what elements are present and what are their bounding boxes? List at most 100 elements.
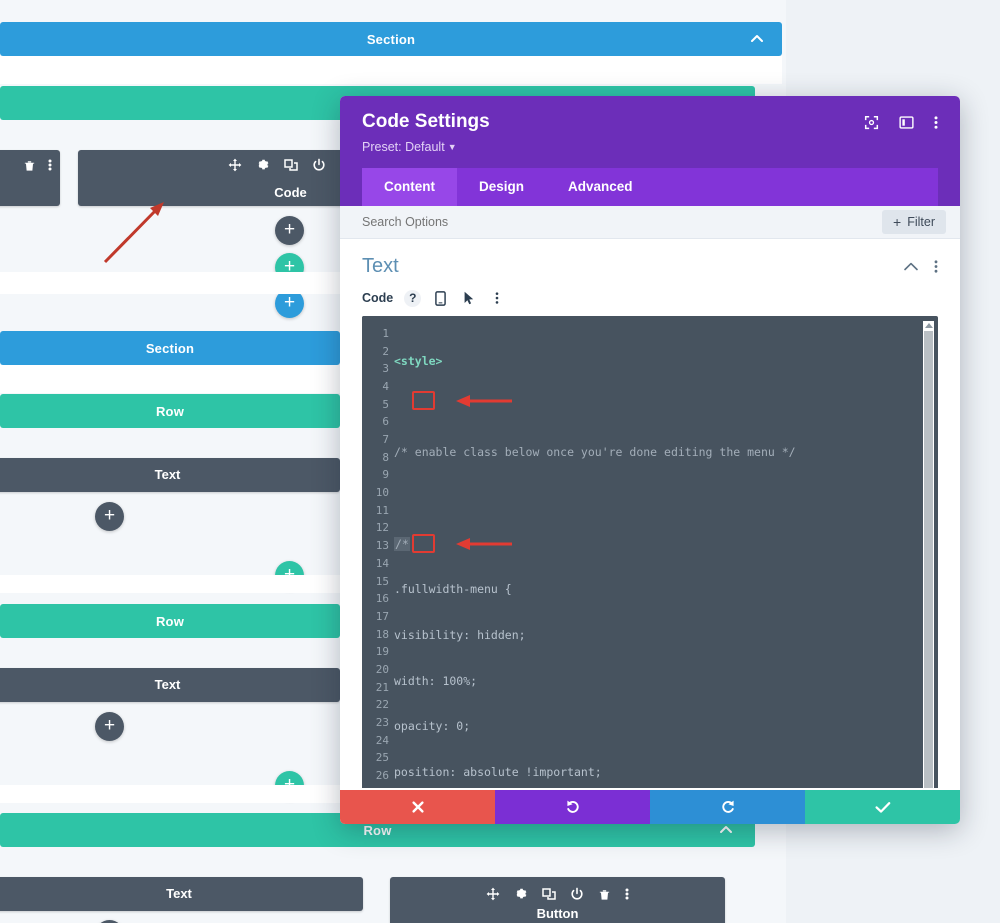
chevron-up-icon[interactable] bbox=[904, 262, 918, 271]
line-number: 6 bbox=[382, 415, 389, 429]
button-module[interactable]: Button bbox=[390, 877, 725, 923]
scrollbar-thumb[interactable] bbox=[924, 330, 933, 788]
fullscreen-icon[interactable] bbox=[864, 115, 879, 130]
line-number: 1 bbox=[382, 326, 389, 340]
filter-button[interactable]: + Filter bbox=[882, 209, 946, 234]
module-partial-left-icons[interactable] bbox=[0, 158, 60, 172]
modal-tabs[interactable]: Content Design Advanced bbox=[362, 167, 938, 206]
save-button[interactable] bbox=[805, 790, 960, 824]
kebab-menu-icon[interactable] bbox=[934, 115, 938, 130]
modal-header: Code Settings Preset: Default ▼ Content … bbox=[340, 96, 960, 206]
add-module-button-2[interactable]: + bbox=[95, 502, 124, 531]
add-module-button-1[interactable]: + bbox=[275, 216, 304, 245]
preset-label: Preset: Default bbox=[362, 139, 445, 154]
line-number: 24 bbox=[375, 733, 389, 747]
line-number: 3 bbox=[382, 362, 389, 376]
chevron-up-icon-row4[interactable] bbox=[719, 823, 733, 837]
mobile-icon[interactable] bbox=[432, 290, 449, 307]
code-line: width: 100%; bbox=[394, 673, 478, 688]
plus-label: + bbox=[283, 292, 296, 313]
tab-advanced[interactable]: Advanced bbox=[546, 168, 655, 206]
move-icon bbox=[486, 887, 500, 901]
text-module-1-label: Text bbox=[154, 467, 181, 482]
kebab-menu-icon bbox=[625, 888, 629, 900]
line-number: 4 bbox=[382, 379, 389, 393]
line-number: 23 bbox=[375, 716, 389, 730]
power-icon bbox=[313, 158, 325, 171]
line-number: 13 bbox=[375, 539, 389, 553]
duplicate-icon bbox=[284, 159, 298, 171]
text-group-header: Text bbox=[362, 239, 938, 288]
editor-code-text[interactable]: <style> /* enable class below once you'r… bbox=[394, 316, 916, 788]
tab-design[interactable]: Design bbox=[457, 168, 546, 206]
line-number: 11 bbox=[375, 503, 389, 517]
row-bar-2[interactable]: Row bbox=[0, 394, 340, 428]
spacer-white-2 bbox=[0, 365, 340, 393]
text-module-2-label: Text bbox=[154, 677, 181, 692]
editor-line-numbers: 1 2 3 4 5 6 7 8 9 10 11 12 13 14 15 16 1 bbox=[362, 315, 394, 788]
line-number: 5 bbox=[382, 397, 389, 411]
redo-icon bbox=[721, 800, 734, 813]
section-bar-mid-label: Section bbox=[145, 340, 195, 356]
line-number: 7 bbox=[382, 433, 389, 447]
section-bar-top-label: Section bbox=[366, 31, 416, 47]
tab-content[interactable]: Content bbox=[362, 167, 457, 206]
button-module-toolbar[interactable] bbox=[390, 887, 725, 901]
line-number: 27 bbox=[362, 785, 394, 788]
section-bar-top[interactable]: Section bbox=[0, 22, 782, 56]
kebab-menu-icon[interactable] bbox=[488, 290, 505, 307]
code-settings-modal: Code Settings Preset: Default ▼ Content … bbox=[340, 96, 960, 824]
help-icon[interactable]: ? bbox=[404, 289, 422, 307]
gear-icon bbox=[516, 888, 527, 899]
line-number: 20 bbox=[375, 662, 389, 676]
check-icon bbox=[875, 801, 890, 813]
cancel-button[interactable] bbox=[340, 790, 495, 824]
text-module-3[interactable]: Text bbox=[0, 877, 363, 911]
code-line: visibility: hidden; bbox=[394, 628, 526, 643]
layout-panel-icon[interactable] bbox=[899, 115, 914, 130]
chevron-up-icon[interactable] bbox=[750, 32, 764, 46]
line-number: 2 bbox=[382, 344, 389, 358]
trash-icon bbox=[599, 889, 610, 900]
modal-footer bbox=[340, 790, 960, 824]
row-bar-3[interactable]: Row bbox=[0, 604, 340, 638]
duplicate-icon bbox=[542, 888, 556, 900]
annotation-arrow-close-comment bbox=[456, 537, 512, 550]
text-module-1[interactable]: Text bbox=[0, 458, 340, 492]
button-module-label: Button bbox=[536, 906, 579, 921]
line-number: 15 bbox=[375, 574, 389, 588]
editor-scrollbar[interactable] bbox=[923, 320, 934, 788]
line-number: 18 bbox=[375, 627, 389, 641]
preset-selector[interactable]: Preset: Default ▼ bbox=[362, 140, 490, 154]
plus-label: + bbox=[283, 219, 296, 240]
undo-button[interactable] bbox=[495, 790, 650, 824]
move-icon bbox=[228, 158, 242, 172]
line-number: 22 bbox=[375, 698, 389, 712]
redo-button[interactable] bbox=[650, 790, 805, 824]
row-bar-4-label: Row bbox=[363, 822, 392, 838]
text-module-2[interactable]: Text bbox=[0, 668, 340, 702]
annotation-arrow-canvas bbox=[103, 202, 164, 264]
code-line: <style> bbox=[394, 353, 443, 368]
chevron-down-icon: ▼ bbox=[447, 141, 457, 152]
modal-body: Text Code ? 1 2 3 4 5 6 7 8 9 10 11 12 1… bbox=[340, 238, 960, 790]
code-line: .fullwidth-menu { bbox=[394, 582, 512, 597]
search-input[interactable] bbox=[362, 214, 662, 229]
add-module-button-3[interactable]: + bbox=[95, 712, 124, 741]
module-partial-left[interactable] bbox=[0, 150, 60, 206]
spacer-white-4 bbox=[0, 785, 340, 803]
code-line: opacity: 0; bbox=[394, 719, 471, 734]
cursor-icon[interactable] bbox=[460, 290, 477, 307]
line-number: 14 bbox=[375, 556, 389, 570]
code-line: position: absolute !important; bbox=[394, 765, 602, 780]
section-bar-mid[interactable]: Section bbox=[0, 331, 340, 365]
code-editor[interactable]: 1 2 3 4 5 6 7 8 9 10 11 12 13 14 15 16 1 bbox=[362, 315, 938, 788]
filter-button-label: Filter bbox=[907, 214, 935, 229]
section-gap-1 bbox=[0, 56, 782, 84]
gear-icon bbox=[258, 159, 269, 170]
plus-label: + bbox=[103, 715, 116, 736]
scroll-up-icon[interactable] bbox=[923, 320, 934, 331]
row-bar-3-label: Row bbox=[155, 613, 185, 629]
kebab-menu-icon[interactable] bbox=[934, 259, 938, 274]
